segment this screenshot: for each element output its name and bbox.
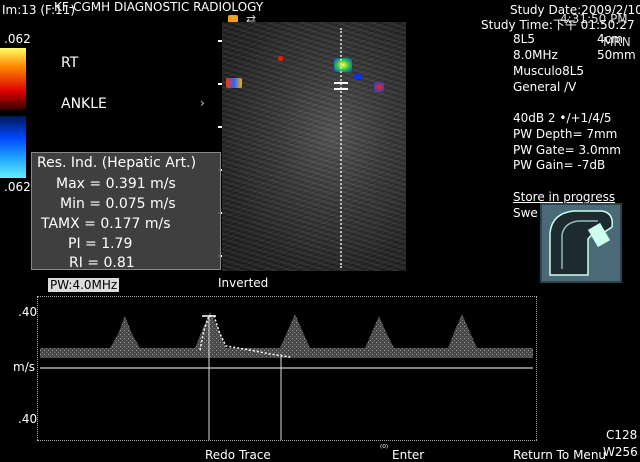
axis-unit-label: m/s (13, 360, 35, 374)
enter-button[interactable]: Enter (392, 449, 424, 461)
w-value: W256 (603, 445, 638, 459)
hospital-name: KF-CGMH DIAGNOSTIC RADIOLOGY (54, 0, 264, 14)
axis-top-label: .40 (18, 305, 38, 319)
doppler-spectrum[interactable] (0, 290, 640, 450)
probe-model: 8L5 (513, 32, 535, 46)
ri-title: Res. Ind. (Hepatic Art.) (37, 155, 197, 171)
c-value: C128 (606, 428, 638, 442)
colorbar-top-label: .062 (4, 32, 31, 46)
ri-max: Max = 0.391 m/s (56, 176, 176, 192)
axis-bottom-label: .40 (18, 412, 38, 426)
ri-tamx: TAMX = 0.177 m/s (41, 216, 171, 232)
resistive-index-panel: Res. Ind. (Hepatic Art.) Max = 0.391 m/s… (31, 152, 221, 270)
clock: 4:31:50 PM (560, 12, 628, 26)
inverted-label: Inverted (218, 276, 269, 290)
colorbar-bottom (0, 116, 26, 178)
redo-trace-button[interactable]: Redo Trace (205, 449, 271, 461)
store-status: Store in progress (513, 190, 616, 204)
probe-mode: General /V (513, 80, 577, 94)
marker-arrow-icon: › (200, 96, 205, 110)
ri-pi: PI = 1.79 (68, 236, 133, 252)
body-mark-icon[interactable] (540, 203, 622, 283)
probe-preset: Musculo8L5 (513, 64, 585, 78)
enter-icon: ⁽⁰⁾ (380, 444, 389, 454)
ultrasound-image[interactable] (222, 22, 406, 271)
gain-line: 40dB 2 •/+1/4/5 (513, 111, 612, 125)
probe-mode-code: MRN (603, 35, 631, 49)
probe-frequency: 8.0MHz (513, 48, 558, 62)
side-label: RT (61, 55, 79, 71)
probe-depth-mm: 50mm (597, 48, 636, 62)
pw-depth: PW Depth= 7mm (513, 127, 618, 141)
sweep-status: Swe (513, 206, 538, 220)
region-label: ANKLE (61, 96, 107, 112)
pw-gain: PW Gain= -7dB (513, 158, 606, 172)
pw-gate: PW Gate= 3.0mm (513, 143, 621, 157)
ri-ri: RI = 0.81 (69, 255, 135, 271)
colorbar-bottom-label: .062 (4, 180, 31, 194)
ri-min: Min = 0.075 m/s (60, 196, 176, 212)
colorbar-top (0, 48, 26, 110)
return-to-menu-button[interactable]: Return To Menu (513, 449, 606, 461)
